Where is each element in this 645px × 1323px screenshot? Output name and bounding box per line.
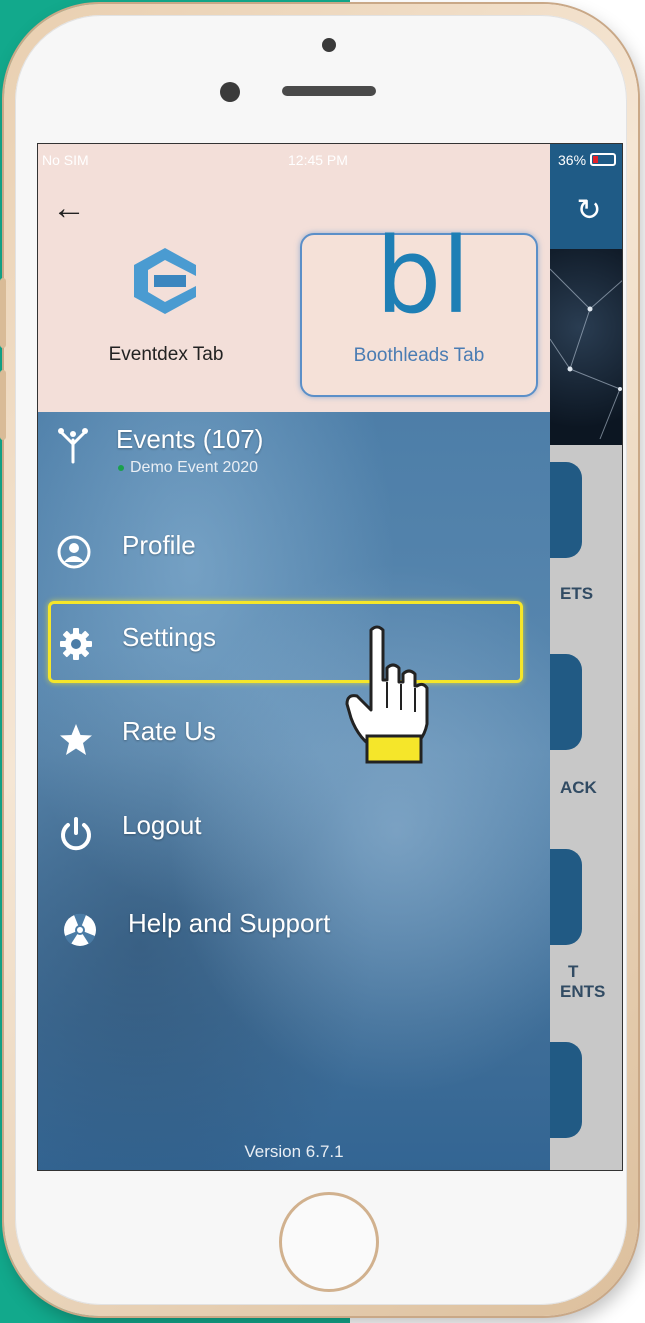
- power-icon: [61, 817, 91, 851]
- volume-down-button: [0, 370, 6, 440]
- boothleads-logo: bl: [375, 215, 471, 337]
- background-app-tile: [550, 849, 582, 945]
- profile-icon: [57, 535, 91, 569]
- background-app-tile: [550, 654, 582, 750]
- events-tree-icon: [58, 428, 88, 464]
- volume-up-button: [0, 278, 6, 348]
- menu-item-profile-label: Profile: [122, 530, 196, 560]
- status-time: 12:45 PM: [288, 152, 348, 168]
- star-icon: [60, 724, 92, 755]
- tab-boothleads-label: Boothleads Tab: [353, 345, 485, 366]
- hand-pointer-icon: [345, 625, 429, 764]
- tab-boothleads[interactable]: bl Boothleads Tab: [300, 224, 538, 397]
- menu-item-logout-label: Logout: [122, 810, 202, 840]
- current-event: Demo Event 2020: [118, 459, 258, 477]
- app-version: Version 6.7.1: [244, 1142, 344, 1161]
- lifebuoy-icon: [64, 913, 96, 946]
- background-app-label: ACK: [560, 778, 597, 797]
- phone-screen: 36% ↻ ETS ACK T ENTS No SIM 12:45 PM ← E…: [37, 143, 623, 1171]
- menu-item-help-support-label: Help and Support: [128, 908, 331, 938]
- banner-image: [550, 249, 622, 445]
- menu-item-rate-us-label: Rate Us: [122, 716, 216, 746]
- tab-eventdex-label: Eventdex Tab: [108, 344, 224, 365]
- active-dot-icon: [118, 464, 124, 471]
- earpiece-speaker: [282, 86, 376, 96]
- home-button[interactable]: [279, 1192, 379, 1292]
- background-app-tile: [550, 1042, 582, 1138]
- current-event-name: Demo Event 2020: [130, 459, 259, 476]
- battery-icon: [590, 153, 616, 166]
- eventdex-logo-icon: [134, 248, 196, 314]
- menu-item-events-label: Events (107): [116, 424, 264, 454]
- navigation-drawer: No SIM 12:45 PM ← Eventdex Tab bl Boothl…: [38, 144, 550, 1170]
- background-app-label: ENTS: [560, 982, 606, 1001]
- settings-highlight-box: [48, 601, 523, 683]
- drawer-menu-background: [38, 412, 550, 1170]
- battery-percentage: 36%: [558, 152, 587, 168]
- front-camera: [322, 38, 336, 52]
- back-arrow-icon[interactable]: ←: [52, 188, 96, 228]
- background-app-label: ETS: [560, 584, 594, 603]
- background-app-tile: [550, 462, 582, 558]
- background-app-label: T: [568, 962, 579, 981]
- proximity-sensor: [220, 82, 240, 102]
- carrier-status: No SIM: [42, 152, 89, 168]
- refresh-icon[interactable]: ↻: [574, 196, 604, 226]
